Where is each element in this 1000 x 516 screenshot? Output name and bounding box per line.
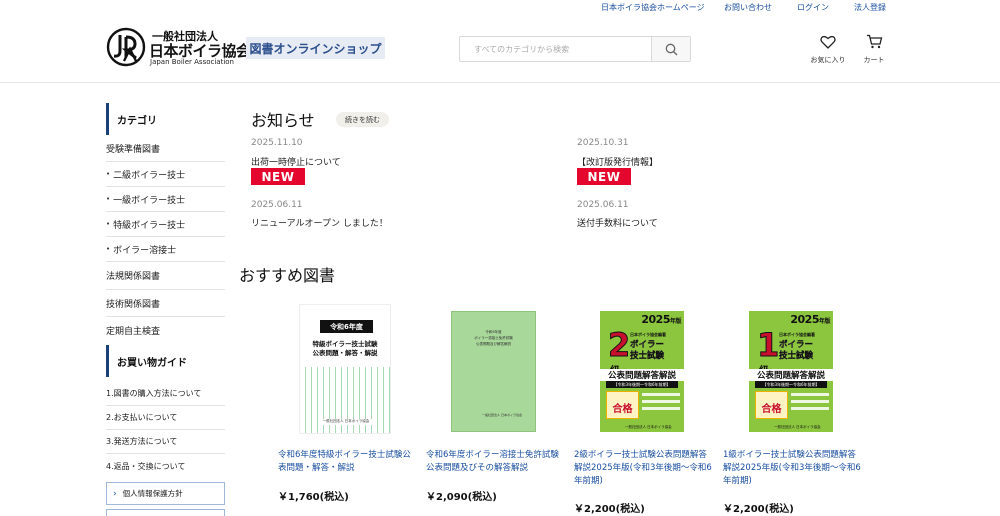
book-cover[interactable]: 令和6年度 ボイラー溶接士免許試験 公表問題及び解答解説 一般社団法人 日本ボイ… [451, 311, 536, 432]
book-price: ￥2,200(税込) [723, 504, 794, 515]
cover-seal-text: 合格 [612, 404, 633, 415]
cover-year-suffix: 年版 [818, 318, 831, 325]
cover-publisher: 一般社団法人 日本ボイラ協会 [774, 425, 821, 429]
cover-publisher: 一般社団法人 日本ボイラ協会 [320, 419, 372, 425]
cover-publisher: 一般社団法人 日本ボイラ協会 [625, 425, 672, 429]
news-item-link[interactable]: 送付手数料について [577, 216, 658, 229]
category-laws[interactable]: 法規関係図書 [106, 262, 225, 290]
new-badge: NEW [577, 168, 631, 185]
book-title-link[interactable]: 1級ボイラー技士試験公表問題解答解説2025年版(令和3年後期～令和6年前期) [723, 449, 863, 488]
book-title-link[interactable]: 令和6年度ボイラー溶接士免許試験公表問題及びその解答解説 [426, 449, 566, 475]
cover-range: 【令和3年後期～令和6年前期】 [755, 381, 827, 388]
book-cover[interactable]: 2025年版 2 級 日本ボイラ協会編著 ボイラー 技士試験 公表問題解答解説 … [600, 311, 684, 432]
book-title-link[interactable]: 令和6年度特級ボイラー技士試験公表問題・解答・解説 [278, 449, 418, 475]
cart-label: カート [863, 56, 885, 64]
cover-year-number: 2025 [641, 313, 670, 326]
privacy-policy-label: 個人情報保護方針 [122, 489, 183, 498]
category-heading: カテゴリ [106, 103, 225, 135]
book-cover[interactable]: 令和6年度 特級ボイラー技士試験 公表問題・解答・解説 一般社団法人 日本ボイラ… [299, 304, 391, 434]
cart-button[interactable]: カート [854, 34, 894, 65]
cover-title-line: 技士試験 [779, 351, 814, 361]
cover-title-line: 公表問題解答解説 [749, 369, 833, 381]
privacy-policy-button[interactable]: › 個人情報保護方針 [106, 482, 225, 505]
book-price: ￥2,200(税込) [574, 504, 645, 515]
category-boiler-2nd[interactable]: 二級ボイラー技士 [106, 162, 225, 187]
login-link[interactable]: ログイン [797, 2, 829, 13]
contact-link[interactable]: お問い合わせ [724, 2, 772, 13]
news-date: 2025.06.11 [577, 200, 629, 210]
guide-shipping[interactable]: 3.発送方法について [106, 430, 225, 454]
cover-title-line: 公表問題及び解答解説 [476, 342, 511, 346]
guide-payment[interactable]: 2.お支払いについて [106, 406, 225, 430]
news-date: 2025.11.10 [251, 138, 303, 148]
book-cover[interactable]: 2025年版 1 級 日本ボイラ協会編著 ボイラー 技士試験 公表問題解答解説 … [749, 311, 833, 432]
cover-year-number: 2025 [790, 313, 819, 326]
cover-title-line: ボイラー溶接士免許試験 [474, 336, 513, 340]
cover-grade: 1 [756, 326, 780, 364]
header-divider [0, 82, 1000, 83]
jba-logo-icon [106, 27, 146, 67]
favorites-button[interactable]: お気に入り [808, 34, 848, 65]
cover-title-line: 技士試験 [630, 351, 665, 361]
book-price: ￥2,090(税込) [426, 492, 497, 503]
cover-title-area [300, 305, 390, 367]
category-exam-prep[interactable]: 受験準備図書 [106, 135, 225, 162]
category-boiler-1st[interactable]: 一級ボイラー技士 [106, 187, 225, 212]
cover-year: 2025年版 [641, 313, 681, 326]
logo-org-name-en: Japan Boiler Association [150, 58, 234, 66]
cover-seal-text: 合格 [761, 404, 782, 415]
association-home-link[interactable]: 日本ボイラ協会ホームページ [601, 2, 705, 13]
book-price: ￥1,760(税込) [278, 492, 349, 503]
search-icon [665, 43, 677, 55]
cover-year-label: 令和6年度 [320, 320, 373, 333]
news-item-link[interactable]: 出荷一時停止について [251, 155, 341, 168]
cover-title-line: 公表問題解答解説 [600, 369, 684, 381]
search-box [459, 36, 691, 62]
cover-title-line: 公表問題・解答・解説 [312, 349, 378, 357]
favorites-label: お気に入り [810, 56, 846, 64]
heart-icon [820, 35, 836, 49]
cover-seal: 合格 [606, 391, 639, 419]
register-link[interactable]: 法人登録 [854, 2, 886, 13]
cover-title-line: 令和6年度 [485, 330, 502, 334]
new-badge: NEW [251, 168, 305, 185]
cover-bullets [642, 393, 680, 414]
cover-bullets [791, 393, 829, 414]
guide-returns[interactable]: 4.返品・交換について [106, 454, 225, 478]
shopping-guide-heading: お買い物ガイド [106, 345, 225, 377]
cover-year-suffix: 年版 [669, 318, 682, 325]
guide-purchase[interactable]: 1.図書の購入方法について [106, 382, 225, 406]
search-button[interactable] [651, 37, 690, 61]
category-boiler-special[interactable]: 特級ボイラー技士 [106, 212, 225, 237]
recommended-heading: おすすめ図書 [239, 266, 336, 285]
chevron-right-icon: › [113, 488, 117, 499]
news-date: 2025.06.11 [251, 200, 303, 210]
site-logo[interactable]: 一般社団法人 日本ボイラ協会 Japan Boiler Association [106, 27, 251, 69]
shop-title: 図書オンラインショップ [246, 37, 385, 59]
cover-grade: 2 [607, 326, 631, 364]
cover-publisher: 一般社団法人 日本ボイラ協会 [482, 413, 522, 417]
category-inspection[interactable]: 定期自主検査 [106, 317, 225, 344]
news-more-button[interactable]: 続きを読む [336, 112, 389, 127]
cover-seal: 合格 [755, 391, 788, 419]
search-input[interactable] [460, 37, 652, 61]
category-boiler-welder[interactable]: ボイラー溶接士 [106, 237, 225, 262]
category-technical[interactable]: 技術関係図書 [106, 290, 225, 317]
cover-range: 【令和3年後期～令和6年前期】 [606, 381, 678, 388]
sidebar-button-partial[interactable] [106, 509, 225, 516]
news-date: 2025.10.31 [577, 138, 629, 148]
cover-year: 2025年版 [790, 313, 830, 326]
news-heading: お知らせ [251, 111, 315, 130]
cart-icon [866, 34, 882, 49]
book-title-link[interactable]: 2級ボイラー技士試験公表問題解答解説2025年版(令和3年後期～令和6年前期) [574, 449, 714, 488]
news-item-link[interactable]: 【改訂版発行情報】 [577, 155, 658, 168]
news-item-link[interactable]: リニューアルオープン しました！ [251, 216, 388, 229]
